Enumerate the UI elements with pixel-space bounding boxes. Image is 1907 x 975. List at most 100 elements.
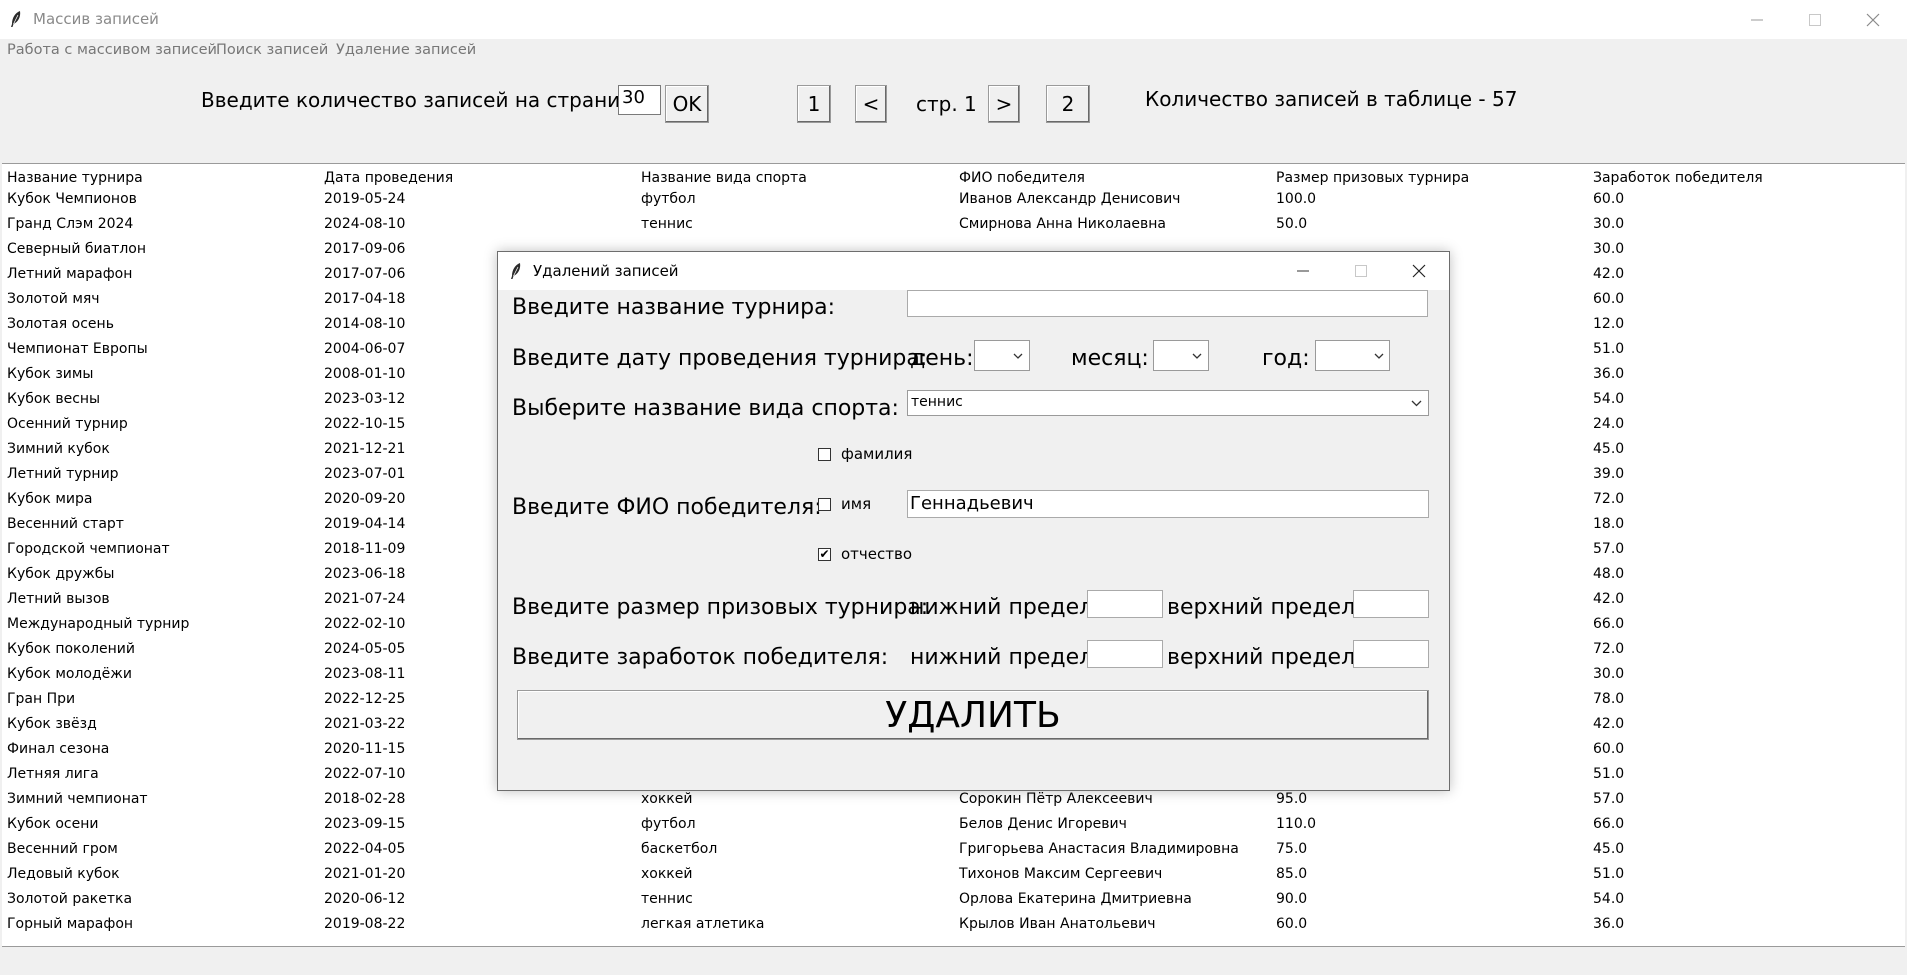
table-cell: 2024-08-10 [324, 216, 406, 232]
prize-upper-input[interactable] [1353, 590, 1429, 618]
table-row[interactable]: Кубок Чемпионов 2019-05-24 футбол Иванов Ал… [2, 188, 1905, 213]
patronymic-checkbox[interactable]: ✔ [818, 548, 831, 561]
table-cell: 60.0 [1593, 191, 1625, 207]
per-page-input[interactable]: 30 [618, 85, 661, 115]
table-cell: 2021-07-24 [324, 591, 406, 607]
table-cell: Золотой ракетка [7, 891, 133, 907]
table-cell: 39.0 [1593, 466, 1625, 482]
table-cell: 2020-06-12 [324, 891, 406, 907]
table-row[interactable]: Зимний чемпионат 2018-02-28 хоккей Сорокин … [2, 788, 1905, 813]
table-cell: Кубок поколений [7, 641, 135, 657]
table-cell: баскетбол [641, 841, 718, 857]
table-cell: 2021-01-20 [324, 866, 406, 882]
table-cell: Смирнова Анна Николаевна [959, 216, 1167, 232]
menubar: Работа с массивом записей Поиск записей … [0, 39, 1907, 61]
dialog-titlebar: Удалений записей [498, 252, 1449, 290]
table-cell: 54.0 [1593, 391, 1625, 407]
table-cell: 57.0 [1593, 541, 1625, 557]
table-row[interactable]: Горный марафон 2019-08-22 легкая атлетика К… [2, 913, 1905, 938]
name-checkbox[interactable] [818, 498, 831, 511]
minimize-button[interactable] [1728, 0, 1786, 39]
minimize-icon [1297, 270, 1309, 272]
earn-lower-label: нижний предел: [910, 645, 1101, 670]
table-row[interactable]: Золотой ракетка 2020-06-12 теннис Орлова Ек… [2, 888, 1905, 913]
menu-records[interactable]: Работа с массивом записей [7, 42, 217, 58]
table-cell: Гран При [7, 691, 76, 707]
table-cell: Международный турнир [7, 616, 190, 632]
table-cell: Весенний гром [7, 841, 118, 857]
chevron-down-icon [1374, 353, 1384, 359]
table-cell: 12.0 [1593, 316, 1625, 332]
day-select[interactable] [974, 340, 1030, 371]
year-select[interactable] [1315, 340, 1390, 371]
table-cell: Осенний турнир [7, 416, 128, 432]
close-button[interactable] [1844, 0, 1902, 39]
table-cell: футбол [641, 191, 696, 207]
table-cell: 2019-05-24 [324, 191, 406, 207]
prev-page-button[interactable]: < [855, 85, 887, 123]
table-cell: 48.0 [1593, 566, 1625, 582]
sport-select[interactable]: теннис [907, 390, 1429, 416]
table-cell: Финал сезона [7, 741, 110, 757]
table-cell: 2018-11-09 [324, 541, 406, 557]
table-row[interactable]: Ледовый кубок 2021-01-20 хоккей Тихонов Мак… [2, 863, 1905, 888]
table-cell: 45.0 [1593, 841, 1625, 857]
table-row[interactable]: Гранд Слэм 2024 2024-08-10 теннис Смирнова … [2, 213, 1905, 238]
table-cell: 2021-12-21 [324, 441, 406, 457]
table-cell: Зимний чемпионат [7, 791, 148, 807]
table-cell: Золотая осень [7, 316, 114, 332]
table-cell: 42.0 [1593, 266, 1625, 282]
earn-upper-input[interactable] [1353, 640, 1429, 668]
table-cell: 42.0 [1593, 716, 1625, 732]
first-page-button[interactable]: 1 [797, 85, 831, 123]
table-cell: 24.0 [1593, 416, 1625, 432]
ok-button[interactable]: OK [665, 85, 709, 123]
table-cell: 30.0 [1593, 241, 1625, 257]
prize-lower-label: нижний предел: [910, 595, 1101, 620]
table-cell: 36.0 [1593, 916, 1625, 932]
table-cell: 66.0 [1593, 816, 1625, 832]
table-cell: 60.0 [1276, 916, 1308, 932]
dialog-title: Удалений записей [533, 262, 679, 280]
prize-upper-label: верхний предел: [1167, 595, 1363, 620]
page-indicator: стр. 1 [916, 92, 977, 116]
chevron-down-icon [1192, 353, 1202, 359]
table-cell: футбол [641, 816, 696, 832]
table-cell: Сорокин Пётр Алексеевич [959, 791, 1153, 807]
month-select[interactable] [1153, 340, 1209, 371]
close-icon [1866, 13, 1880, 26]
table-row[interactable]: Кубок осени 2023-09-15 футбол Белов Денис И… [2, 813, 1905, 838]
tournament-input[interactable] [907, 290, 1428, 317]
prize-lower-input[interactable] [1087, 590, 1163, 618]
dialog-maximize-button[interactable] [1332, 252, 1390, 290]
table-row[interactable]: Весенний гром 2022-04-05 баскетбол Григорье… [2, 838, 1905, 863]
table-cell: 2024-05-05 [324, 641, 406, 657]
delete-button[interactable]: УДАЛИТЬ [517, 690, 1429, 740]
sport-label: Выберите название вида спорта: [512, 396, 899, 421]
table-cell: Чемпионат Европы [7, 341, 148, 357]
earn-lower-input[interactable] [1087, 640, 1163, 668]
menu-search[interactable]: Поиск записей [216, 42, 328, 58]
last-page-button[interactable]: 2 [1046, 85, 1090, 123]
table-cell: 2017-07-06 [324, 266, 406, 282]
table-cell: 95.0 [1276, 791, 1308, 807]
table-cell: 51.0 [1593, 866, 1625, 882]
year-label: год: [1262, 346, 1310, 371]
date-label: Введите дату проведения турнира: [512, 346, 928, 371]
table-cell: 2020-09-20 [324, 491, 406, 507]
window-titlebar: Массив записей [0, 0, 1907, 39]
table-cell: 51.0 [1593, 766, 1625, 782]
surname-checkbox[interactable] [818, 448, 831, 461]
dialog-minimize-button[interactable] [1274, 252, 1332, 290]
table-cell: 72.0 [1593, 491, 1625, 507]
table-cell: Кубок мира [7, 491, 93, 507]
table-cell: 85.0 [1276, 866, 1308, 882]
menu-delete[interactable]: Удаление записей [336, 42, 476, 58]
table-cell: 90.0 [1276, 891, 1308, 907]
table-cell: Летний турнир [7, 466, 119, 482]
fio-input[interactable]: Геннадьевич [907, 490, 1429, 518]
next-page-button[interactable]: > [988, 85, 1020, 123]
table-cell: 2022-12-25 [324, 691, 406, 707]
dialog-close-button[interactable] [1390, 252, 1448, 290]
maximize-button[interactable] [1786, 0, 1844, 39]
